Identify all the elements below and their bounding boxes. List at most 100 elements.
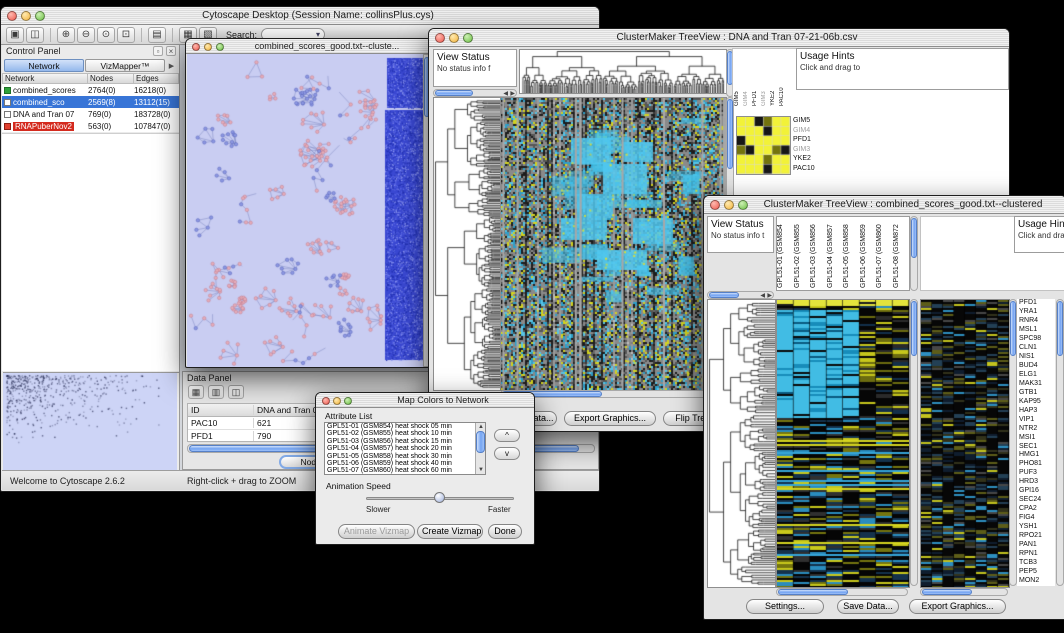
network-view-titlebar[interactable]: combined_scores_good.txt--cluste...	[186, 39, 432, 54]
attribute-list-item[interactable]: GPL51-01 (GSM854) heat shock 05 min	[325, 423, 485, 430]
tab-vizmapper[interactable]: VizMapper™	[85, 59, 165, 72]
attribute-list[interactable]: GPL51-01 (GSM854) heat shock 05 minGPL51…	[324, 422, 486, 475]
network-overview-canvas[interactable]	[3, 373, 177, 470]
button-export-graphics[interactable]: Export Graphics...	[564, 411, 656, 426]
scroll-down-icon[interactable]: ▼	[478, 466, 484, 474]
save-session-icon[interactable]: ◫	[26, 27, 44, 43]
minimize-button[interactable]	[21, 11, 31, 21]
scroll-left-icon[interactable]: ◀	[760, 292, 765, 299]
scrollbar-thumb[interactable]	[1057, 301, 1063, 356]
zoom-button[interactable]	[344, 397, 352, 405]
close-button[interactable]	[710, 200, 720, 210]
scrollbar-thumb[interactable]	[922, 589, 972, 595]
treeview-combined-titlebar[interactable]: ClusterMaker TreeView : combined_scores_…	[704, 196, 1064, 214]
network-list-row[interactable]: DNA and Tran 07769(0)183728(0)	[2, 108, 179, 120]
gene-label: RPN1	[1017, 550, 1055, 559]
attribute-list-item[interactable]: GPL51-04 (GSM857) heat shock 20 min	[325, 445, 485, 452]
minimize-button[interactable]	[333, 397, 341, 405]
network-list-row[interactable]: RNAPuberNov2563(0)107847(0)	[2, 120, 179, 132]
button-save-data[interactable]: Save Data...	[837, 599, 899, 614]
treeview-dna-titlebar[interactable]: ClusterMaker TreeView : DNA and Tran 07-…	[429, 29, 1009, 47]
column-header-nodes[interactable]: Nodes	[88, 73, 134, 84]
row-dendrogram-canvas[interactable]	[433, 97, 501, 391]
close-button[interactable]	[435, 33, 445, 43]
id-column-header[interactable]: ID	[188, 405, 254, 415]
minimize-button[interactable]	[724, 200, 734, 210]
select-attributes-icon[interactable]: ▦	[188, 385, 204, 399]
column-dendrogram-canvas[interactable]	[519, 49, 727, 94]
snapshot-icon[interactable]: ▤	[148, 27, 166, 43]
network-list-row[interactable]: combined_scores2764(0)16218(0)	[2, 84, 179, 96]
move-up-button[interactable]: ^	[494, 429, 520, 442]
heatmap-hscrollbar[interactable]	[776, 588, 908, 596]
list-vscrollbar[interactable]: ▲ ▼	[475, 423, 485, 474]
row-dendrogram-canvas[interactable]	[707, 299, 776, 588]
button-done[interactable]: Done	[488, 524, 522, 539]
column-header-edges[interactable]: Edges	[134, 73, 179, 84]
scroll-right-icon[interactable]: ▶	[510, 90, 515, 97]
secondary-hscrollbar[interactable]	[920, 588, 1008, 596]
scrollbar-thumb[interactable]	[1010, 301, 1016, 356]
dialog-titlebar[interactable]: Map Colors to Network	[316, 393, 534, 408]
minimize-button[interactable]	[449, 33, 459, 43]
button-export-graphics[interactable]: Export Graphics...	[909, 599, 1006, 614]
attribute-list-item[interactable]: GPL51-06 (GSM859) heat shock 40 min	[325, 460, 485, 467]
zoom-fit-icon[interactable]: ⊙	[97, 27, 115, 43]
network-canvas[interactable]	[187, 54, 425, 367]
zoom-region-icon[interactable]: ⊡	[117, 27, 135, 43]
zoom-button[interactable]	[463, 33, 473, 43]
tab-network[interactable]: Network	[4, 59, 84, 72]
zoom-button[interactable]	[35, 11, 45, 21]
window-controls	[192, 42, 224, 51]
attribute-list-item[interactable]: GPL51-05 (GSM858) heat shock 30 min	[325, 453, 485, 460]
speed-slider-thumb[interactable]	[434, 492, 445, 503]
scroll-right-icon[interactable]: ▶	[767, 292, 772, 299]
zoom-in-icon[interactable]: ⊕	[57, 27, 75, 43]
zoom-button[interactable]	[738, 200, 748, 210]
tab-overflow-icon[interactable]: ▶	[166, 62, 177, 70]
zoom-button[interactable]	[216, 43, 224, 51]
network-overview[interactable]	[3, 372, 179, 470]
move-down-button[interactable]: v	[494, 447, 520, 460]
minimize-button[interactable]	[204, 43, 212, 51]
close-button[interactable]	[322, 397, 330, 405]
close-panel-icon[interactable]: ×	[166, 46, 176, 56]
window-controls	[435, 33, 473, 43]
secondary-heatmap-canvas[interactable]	[920, 299, 1010, 588]
attribute-list-item[interactable]: GPL51-02 (GSM855) heat shock 10 min	[325, 430, 485, 437]
secondary-vscrollbar[interactable]	[1009, 299, 1017, 586]
zoom-out-icon[interactable]: ⊖	[77, 27, 95, 43]
heatmap-vscrollbar[interactable]	[910, 299, 918, 586]
attribute-list-item[interactable]: GPL51-03 (GSM856) heat shock 15 min	[325, 438, 485, 445]
scrollbar-thumb[interactable]	[911, 218, 917, 258]
open-session-icon[interactable]: ▣	[6, 27, 24, 43]
scrollbar-thumb[interactable]	[435, 90, 473, 96]
label-vscrollbar[interactable]	[910, 216, 918, 291]
scrollbar-thumb[interactable]	[911, 301, 917, 356]
scroll-left-icon[interactable]: ◀	[503, 90, 508, 97]
close-button[interactable]	[7, 11, 17, 21]
network-list-row[interactable]: combined_sco2569(8)13112(15)	[2, 96, 179, 108]
create-attribute-icon[interactable]: ▥	[208, 385, 224, 399]
network-icon	[4, 111, 11, 118]
tree-hscrollbar[interactable]: ◀ ▶	[707, 291, 774, 299]
button-create-vizmap[interactable]: Create Vizmap	[417, 524, 483, 539]
column-header-network[interactable]: Network	[2, 73, 88, 84]
button-animate-vizmap[interactable]: Animate Vizmap	[338, 524, 415, 539]
scrollbar-thumb[interactable]	[778, 589, 848, 595]
heatmap-canvas[interactable]	[776, 299, 910, 588]
main-titlebar[interactable]: Cytoscape Desktop (Session Name: collins…	[1, 7, 599, 25]
scrollbar-thumb[interactable]	[476, 431, 485, 453]
attribute-list-item[interactable]: GPL51-07 (GSM860) heat shock 60 min	[325, 467, 485, 474]
tree-hscrollbar[interactable]: ◀ ▶	[433, 89, 517, 97]
float-panel-icon[interactable]: ▫	[153, 46, 163, 56]
scroll-up-icon[interactable]: ▲	[478, 423, 484, 431]
attribute-store-icon[interactable]: ◫	[228, 385, 244, 399]
scrollbar-thumb[interactable]	[709, 292, 739, 298]
gene-list-vscrollbar[interactable]	[1056, 299, 1064, 586]
heatmap-canvas[interactable]	[500, 97, 727, 391]
correlation-matrix-canvas[interactable]	[736, 116, 791, 175]
scrollbar-thumb[interactable]	[727, 99, 733, 169]
close-button[interactable]	[192, 43, 200, 51]
button-settings[interactable]: Settings...	[746, 599, 824, 614]
